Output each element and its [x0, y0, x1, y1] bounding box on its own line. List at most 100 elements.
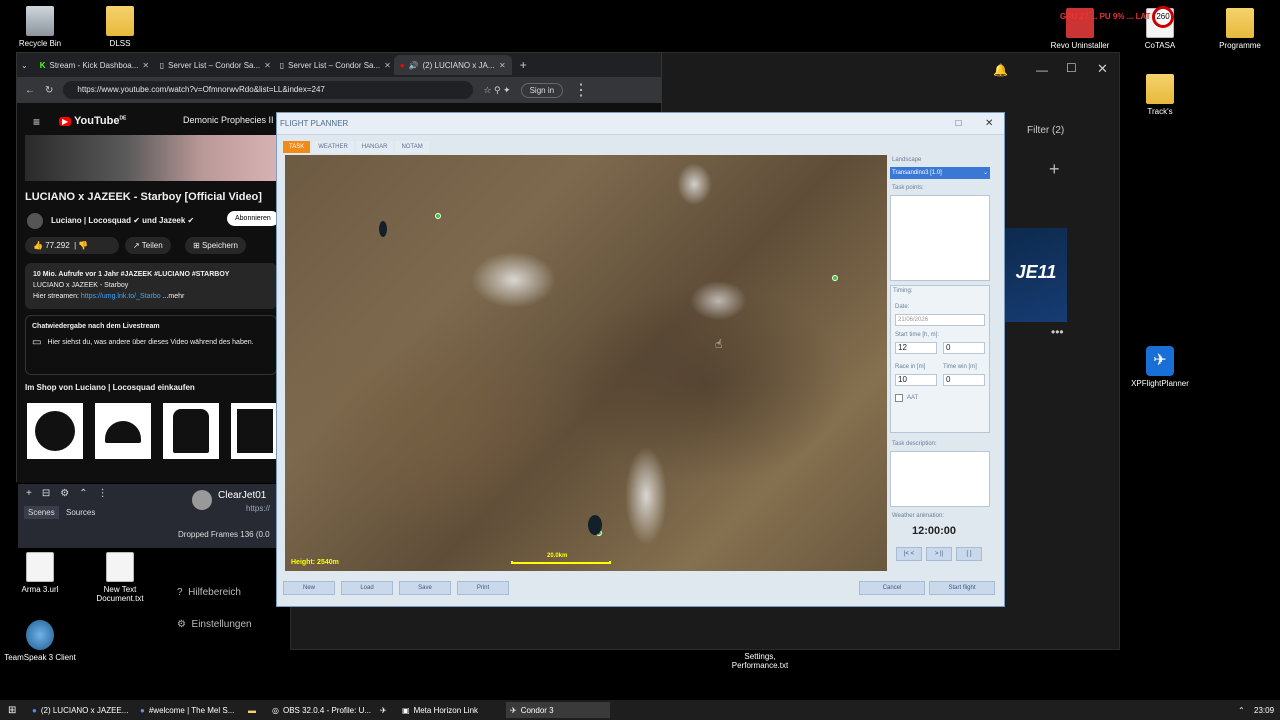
landscape-select[interactable]: Transandino3 [1.0] ⌄ [890, 167, 990, 179]
close-tab-icon[interactable]: ✕ [499, 61, 506, 70]
anim-stop-button[interactable]: [ ] [956, 547, 982, 561]
taskbar-item-discord[interactable]: ● #welcome | The Mel S... [136, 702, 238, 718]
task-side-panel: Landscape Transandino3 [1.0] ⌄ Task point… [890, 155, 994, 573]
tab-youtube[interactable]: ● 🔊 (2) LUCIANO x JA... ✕ [393, 55, 512, 75]
dlss-folder-icon[interactable]: DLSS [80, 6, 160, 48]
sign-in-button[interactable]: Sign in [520, 82, 564, 98]
maximize-button[interactable]: ☐ [1066, 61, 1077, 75]
chat-link[interactable]: https:// [246, 504, 270, 513]
programme-folder-icon[interactable]: Programme [1200, 8, 1280, 50]
height-readout: Height: 2540m [291, 559, 339, 566]
description-link[interactable]: https://umg.lnk.to/_Starbo [81, 293, 161, 300]
youtube-logo[interactable]: ▶ YouTubeDE [59, 115, 126, 127]
description-box[interactable]: 10 Mio. Aufrufe vor 1 Jahr #JAZEEK #LUCI… [25, 263, 277, 309]
save-button[interactable]: Save [399, 581, 451, 595]
scenes-tab[interactable]: Scenes [24, 506, 59, 519]
tab-list-icon[interactable]: ⌄ [21, 61, 28, 70]
chat-replay-box[interactable]: Chatwiedergabe nach dem Livestream ▭ Hier… [25, 315, 277, 375]
settings-link[interactable]: ⚙ Einstellungen [177, 619, 252, 630]
chrome-icon: ● [32, 705, 37, 715]
save-button[interactable]: ⊞ Speichern [185, 237, 246, 254]
close-icon[interactable]: ✕ [985, 118, 993, 129]
tab-task[interactable]: TASK [283, 141, 311, 153]
tab-weather[interactable]: WEATHER [312, 141, 354, 153]
taskbar-folder-icon[interactable]: ▬ [244, 702, 260, 718]
add-icon[interactable]: + [1049, 159, 1060, 180]
taskbar-item-obs[interactable]: ◎ OBS 32.0.4 - Profile: U... [268, 702, 375, 718]
channel-avatar[interactable] [27, 213, 43, 229]
close-tab-icon[interactable]: ✕ [384, 61, 391, 70]
help-link[interactable]: ? Hilfebereich [177, 587, 241, 598]
date-field[interactable]: 21/06/2026 [895, 314, 985, 326]
channel-name[interactable]: Luciano | Locosquad ✔ und Jazeek ✔ [51, 216, 194, 225]
task-description-field[interactable] [890, 451, 990, 507]
taskbar-item-meta[interactable]: ▣ Meta Horizon Link [398, 702, 482, 718]
tab-kick-dashboard[interactable]: K Stream - Kick Dashboa... ✕ [34, 55, 152, 75]
time-win-stepper[interactable]: 0 [943, 374, 985, 386]
shop-item-hoodie[interactable] [163, 403, 219, 459]
new-text-document-icon[interactable]: New Text Document.txt [80, 552, 160, 603]
maximize-icon[interactable]: ☐ [955, 119, 962, 128]
race-in-stepper[interactable]: 10 [895, 374, 937, 386]
print-button[interactable]: Print [457, 581, 509, 595]
menu-icon[interactable]: ⋮ [573, 80, 589, 100]
subscribe-button[interactable]: Abonnieren [227, 211, 279, 226]
timing-group: Timing: Date: 21/06/2026 Start time [h, … [890, 285, 990, 433]
waypoint-marker[interactable] [832, 275, 838, 281]
load-button[interactable]: Load [341, 581, 393, 595]
new-button[interactable]: New [283, 581, 335, 595]
weather-time: 12:00:00 [912, 525, 957, 537]
taskbar-item-browser[interactable]: ● (2) LUCIANO x JAZEE... [28, 702, 132, 718]
taskbar-item-condor[interactable]: ✈ Condor 3 [506, 702, 610, 718]
tab-hangar[interactable]: HANGAR [355, 141, 394, 153]
start-button[interactable]: ⊞ [4, 702, 20, 718]
close-tab-icon[interactable]: ✕ [142, 61, 149, 70]
waypoint-marker[interactable] [435, 213, 441, 219]
tab-server-list-2[interactable]: ▯ Server List – Condor Sa... ✕ [274, 55, 392, 75]
recycle-bin-icon[interactable]: Recycle Bin [0, 6, 80, 48]
tray-chevron-icon[interactable]: ⌃ [1234, 702, 1249, 718]
aat-checkbox[interactable] [895, 394, 903, 402]
anim-rewind-button[interactable]: |< < [896, 547, 922, 561]
shop-item-cap[interactable] [95, 403, 151, 459]
teamspeak-icon[interactable]: TeamSpeak 3 Client [0, 620, 80, 662]
close-tab-icon[interactable]: ✕ [264, 61, 271, 70]
close-button[interactable]: ✕ [1097, 61, 1108, 77]
meta-icon: ▣ [402, 705, 410, 715]
back-icon[interactable]: ← [25, 85, 35, 96]
xpflightplanner-icon[interactable]: ✈ XPFlightPlanner [1120, 346, 1200, 388]
clock[interactable]: 23:09 [1250, 702, 1278, 718]
tracks-folder-icon[interactable]: Track's [1120, 74, 1200, 116]
playlist-title[interactable]: Demonic Prophecies II [183, 115, 274, 125]
task-points-list[interactable] [890, 195, 990, 281]
notification-bell-icon[interactable]: 🔔 [993, 63, 1008, 77]
share-button[interactable]: ↗ Teilen [125, 237, 171, 254]
new-tab-icon[interactable]: + [520, 58, 527, 72]
extensions-icon[interactable]: ☆ ⚲ ✦ [483, 85, 510, 96]
anim-play-pause-button[interactable]: > || [926, 547, 952, 561]
start-minute-stepper[interactable]: 0 [943, 342, 985, 354]
banner-image[interactable]: JE11 [1005, 228, 1067, 322]
reload-icon[interactable]: ↻ [45, 85, 53, 96]
audio-icon: 🔊 [408, 60, 419, 70]
hamburger-icon[interactable]: ≡ [33, 115, 40, 129]
start-hour-stepper[interactable]: 12 [895, 342, 937, 354]
tab-server-list-1[interactable]: ▯ Server List – Condor Sa... ✕ [154, 55, 272, 75]
filter-button[interactable]: Filter (2) [1027, 125, 1064, 136]
tab-notam[interactable]: NOTAM [395, 141, 429, 153]
shop-item-shirt[interactable] [231, 403, 279, 459]
arma3-shortcut-icon[interactable]: Arma 3.url [0, 552, 80, 594]
more-options-icon[interactable]: ••• [1051, 325, 1064, 339]
minimize-button[interactable]: — [1036, 63, 1048, 77]
like-button[interactable]: 👍 77.292 | 👎 [25, 237, 119, 254]
url-input[interactable]: https://www.youtube.com/watch?v=Ofmnorwv… [63, 81, 474, 99]
terrain-map[interactable]: ☝ Height: 2540m 20.0km [285, 155, 887, 571]
taskbar-steam-icon[interactable]: ✈ [376, 702, 391, 718]
video-thumbnail-strip[interactable] [25, 135, 279, 181]
shop-item-vinyl[interactable] [27, 403, 83, 459]
start-flight-button[interactable]: Start flight [929, 581, 995, 595]
cancel-button[interactable]: Cancel [859, 581, 925, 595]
settings-performance-file[interactable]: Settings, Performance.txt [720, 652, 800, 670]
show-more[interactable]: ...mehr [163, 293, 185, 300]
sources-tab[interactable]: Sources [66, 508, 95, 517]
